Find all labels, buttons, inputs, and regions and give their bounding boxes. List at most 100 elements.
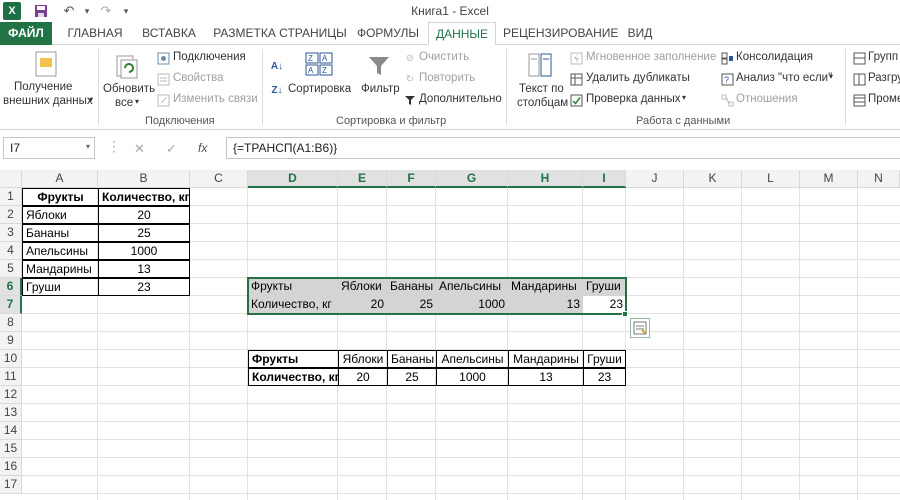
tab-page-layout[interactable]: РАЗМЕТКА СТРАНИЦЫ	[210, 22, 350, 45]
row-header-8[interactable]: 8	[0, 314, 22, 332]
clear-filter-icon[interactable]: ⊘	[403, 51, 417, 65]
name-box-dropdown-icon[interactable]: ▾	[86, 142, 90, 151]
cell-a2[interactable]: Яблоки	[22, 206, 99, 224]
remove-duplicates-icon[interactable]	[569, 72, 583, 86]
tab-formulas[interactable]: ФОРМУЛЫ	[352, 22, 424, 45]
cell-e10[interactable]: Яблоки	[338, 350, 388, 368]
row-header-16[interactable]: 16	[0, 458, 22, 476]
text-to-columns-label-1[interactable]: Текст по	[519, 83, 564, 95]
row-header-13[interactable]: 13	[0, 404, 22, 422]
column-header-i[interactable]: I	[583, 170, 626, 188]
tab-review[interactable]: РЕЦЕНЗИРОВАНИЕ	[503, 22, 618, 45]
row-header-14[interactable]: 14	[0, 422, 22, 440]
cell-g10[interactable]: Апельсины	[436, 350, 509, 368]
tab-home[interactable]: ГЛАВНАЯ	[60, 22, 130, 45]
cell-e11[interactable]: 20	[338, 368, 388, 386]
refresh-dropdown-icon[interactable]: ▾	[135, 97, 139, 106]
row-header-12[interactable]: 12	[0, 386, 22, 404]
row-header-10[interactable]: 10	[0, 350, 22, 368]
tab-file[interactable]: ФАЙЛ	[0, 22, 52, 45]
cell-b5[interactable]: 13	[98, 260, 190, 278]
insert-function-icon[interactable]: fx	[198, 141, 207, 155]
group-icon[interactable]	[852, 51, 866, 65]
flash-fill-label[interactable]: Мгновенное заполнение	[586, 51, 716, 63]
row-header-1[interactable]: 1	[0, 188, 22, 206]
refresh-all-label-2[interactable]: все	[115, 97, 133, 109]
column-header-d[interactable]: D	[248, 170, 338, 188]
filter-icon[interactable]	[366, 53, 392, 79]
formula-input[interactable]: {=ТРАНСП(A1:B6)}	[226, 137, 900, 159]
cell-b4[interactable]: 1000	[98, 242, 190, 260]
subtotal-icon[interactable]	[852, 93, 866, 107]
enter-icon[interactable]: ✓	[166, 141, 177, 157]
tab-view[interactable]: ВИД	[620, 22, 660, 45]
tab-data[interactable]: ДАННЫЕ	[428, 22, 496, 46]
ungroup-icon[interactable]	[852, 72, 866, 86]
column-header-a[interactable]: A	[22, 170, 98, 188]
cell-f10[interactable]: Бананы	[387, 350, 437, 368]
connections-label[interactable]: Подключения	[173, 51, 246, 63]
get-external-data-label-2[interactable]: внешних данных	[3, 95, 93, 107]
row-header-15[interactable]: 15	[0, 440, 22, 458]
what-if-label[interactable]: Анализ "что если"	[736, 72, 832, 84]
column-header-b[interactable]: B	[98, 170, 190, 188]
column-header-l[interactable]: L	[742, 170, 800, 188]
get-external-data-label-1[interactable]: Получение	[14, 81, 72, 93]
cell-a3[interactable]: Бананы	[22, 224, 99, 242]
sort-az-icon[interactable]: A↓	[268, 57, 286, 75]
filter-label[interactable]: Фильтр	[361, 83, 400, 95]
cell-a5[interactable]: Мандарины	[22, 260, 99, 278]
cell-d11[interactable]: Количество, кг	[248, 368, 339, 386]
row-header-7[interactable]: 7	[0, 296, 22, 314]
cell-b2[interactable]: 20	[98, 206, 190, 224]
column-header-f[interactable]: F	[387, 170, 436, 188]
properties-label[interactable]: Свойства	[173, 72, 224, 84]
row-header-2[interactable]: 2	[0, 206, 22, 224]
reapply-icon[interactable]: ↻	[403, 72, 417, 86]
cell-b3[interactable]: 25	[98, 224, 190, 242]
column-header-e[interactable]: E	[338, 170, 387, 188]
data-validation-dropdown-icon[interactable]: ▾	[682, 93, 686, 102]
edit-links-label[interactable]: Изменить связи	[173, 93, 258, 105]
get-external-data-icon[interactable]	[32, 49, 60, 79]
column-header-n[interactable]: N	[858, 170, 900, 188]
column-header-g[interactable]: G	[436, 170, 508, 188]
flash-fill-icon[interactable]	[569, 51, 583, 65]
advanced-label[interactable]: Дополнительно	[419, 93, 502, 105]
cell-i10[interactable]: Груши	[583, 350, 626, 368]
cell-a4[interactable]: Апельсины	[22, 242, 99, 260]
refresh-all-label-1[interactable]: Обновить	[103, 83, 155, 95]
name-box[interactable]: I7	[3, 137, 95, 159]
row-header-9[interactable]: 9	[0, 332, 22, 350]
clear-label[interactable]: Очистить	[419, 51, 469, 63]
fill-handle[interactable]	[622, 311, 628, 317]
advanced-filter-icon[interactable]	[403, 93, 417, 107]
quick-analysis-icon[interactable]	[630, 318, 650, 338]
column-header-c[interactable]: C	[190, 170, 248, 188]
cell-g11[interactable]: 1000	[436, 368, 509, 386]
sort-dialog-icon[interactable]: ZAAZ	[304, 51, 334, 77]
column-header-j[interactable]: J	[626, 170, 684, 188]
relationships-label[interactable]: Отношения	[736, 93, 798, 105]
data-validation-icon[interactable]	[569, 93, 583, 107]
cell-a6[interactable]: Груши	[22, 278, 99, 296]
cell-h11[interactable]: 13	[508, 368, 584, 386]
cell-h10[interactable]: Мандарины	[508, 350, 584, 368]
cell-f11[interactable]: 25	[387, 368, 437, 386]
cell-d10[interactable]: Фрукты	[248, 350, 339, 368]
row-header-5[interactable]: 5	[0, 260, 22, 278]
consolidate-label[interactable]: Консолидация	[736, 51, 813, 63]
row-header-3[interactable]: 3	[0, 224, 22, 242]
get-external-dropdown-icon[interactable]: ▾	[89, 95, 93, 104]
cell-b6[interactable]: 23	[98, 278, 190, 296]
column-header-m[interactable]: M	[800, 170, 858, 188]
sort-label[interactable]: Сортировка	[288, 83, 351, 95]
refresh-all-icon[interactable]	[112, 51, 140, 81]
cell-a1[interactable]: Фрукты	[22, 188, 99, 206]
what-if-dropdown-icon[interactable]: ▾	[829, 72, 833, 81]
consolidate-icon[interactable]	[720, 51, 734, 65]
column-header-h[interactable]: H	[508, 170, 583, 188]
sort-za-icon[interactable]: Z↓	[268, 81, 286, 99]
remove-duplicates-label[interactable]: Удалить дубликаты	[586, 72, 690, 84]
ungroup-label[interactable]: Разгру	[868, 72, 900, 84]
